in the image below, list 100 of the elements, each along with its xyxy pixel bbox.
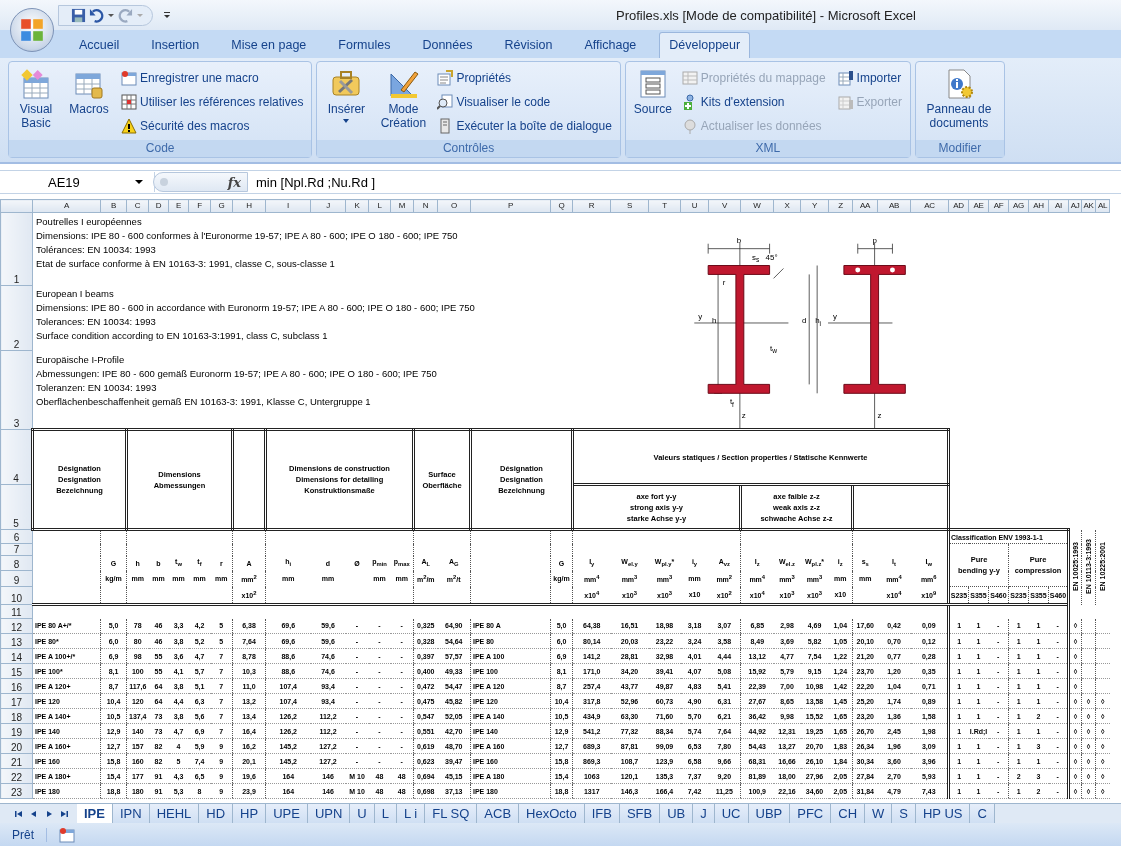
sheet-tab[interactable]: W [865,804,893,823]
cell-text: Etat de surface conforme à EN 10163-3: 1991, classe C, sous-classe 1 [36,257,336,271]
record-table-icon [121,70,137,86]
column-header[interactable]: F [188,199,211,213]
column-header[interactable]: K [345,199,369,213]
sheet-tab[interactable]: CH [831,804,866,823]
column-header[interactable]: N [413,199,438,213]
office-button[interactable] [10,8,54,52]
sheet-tab[interactable]: U [350,804,375,823]
ribbon-button[interactable]: Sécurité des macros [119,114,306,138]
ribbon-button[interactable]: Kits d'extension [679,90,828,114]
column-header[interactable]: V [708,199,741,213]
caret-icon[interactable] [135,179,143,185]
column-header[interactable]: O [437,199,471,213]
column-header[interactable]: S [610,199,649,213]
ribbon-tab[interactable]: Affichage [575,33,646,58]
customize-caret-icon[interactable] [163,11,171,19]
column-header[interactable]: X [773,199,801,213]
ribbon-tab[interactable]: Développeur [659,32,751,58]
row-header[interactable]: 5 [0,484,33,530]
record-table-icon[interactable] [59,826,75,843]
column-header[interactable]: I [265,199,311,213]
ribbon-tab[interactable]: Données [413,33,482,58]
column-header[interactable]: C [126,199,149,213]
ribbon-tab[interactable]: Révision [495,33,562,58]
ribbon-button[interactable]: Propriétés [435,66,614,90]
ribbon-tab[interactable]: Formules [329,33,400,58]
table-arrow-icon [837,70,854,86]
column-header[interactable]: Y [800,199,829,213]
ribbon-button[interactable]: Mode Création [375,66,432,132]
column-header[interactable]: Q [550,199,573,213]
column-header[interactable]: L [368,199,391,213]
caret-icon[interactable] [107,11,115,19]
column-header[interactable]: W [740,199,774,213]
next-sheet-icon[interactable] [44,808,54,819]
sheet-tab[interactable]: IPE [77,804,113,823]
sheet-tab[interactable]: SFB [619,804,661,823]
ribbon-button[interactable]: Panneau de documents [919,66,998,132]
column-header[interactable]: M [390,199,414,213]
sheet-tab[interactable]: UPN [307,804,351,823]
row-header[interactable]: 2 [0,285,33,351]
sheet-tab[interactable]: C [970,804,995,823]
sheet-tab[interactable]: J [693,804,715,823]
previous-sheet-icon[interactable] [29,808,39,819]
row-header[interactable]: 1 [0,212,33,286]
insert-function-button[interactable]: fx [227,174,241,190]
ribbon-button[interactable]: Visualiser le code [435,90,614,114]
sheet-tab[interactable]: S [892,804,916,823]
column-header[interactable]: U [680,199,709,213]
handle-icon[interactable] [160,178,168,186]
ribbon-button[interactable]: Macros [63,66,115,118]
column-header[interactable]: A [32,199,101,213]
sheet-tab[interactable]: HP US [916,804,971,823]
column-header[interactable]: T [648,199,681,213]
save-icon[interactable] [71,7,86,23]
sheet-tab[interactable]: UBP [748,804,791,823]
sheet-tab[interactable]: PFC [790,804,832,823]
last-sheet-icon[interactable] [59,808,69,819]
ribbon-button[interactable]: Enregistrer une macro [119,66,306,90]
cell-text: European I beams [36,287,115,302]
sheet-tab[interactable]: HD [199,804,234,823]
ribbon-button[interactable]: Utiliser les références relatives [119,90,306,114]
column-header[interactable]: J [310,199,346,213]
properties-icon [437,70,454,86]
sheet-tab[interactable]: HexOcto [519,804,585,823]
sheet-tab[interactable]: UB [660,804,694,823]
column-header[interactable]: AC [910,199,949,213]
column-header[interactable]: AA [852,199,878,213]
sheet-tab[interactable]: IFB [584,804,620,823]
cell-text: Abmessungen: IPE 80 - 600 gemäß Euronorm 19-57; IPE A 80 - 600; IPE O 180 - 600; IPE 750 [36,366,438,381]
sheet-tab[interactable]: HP [233,804,267,823]
sheet-tab[interactable]: FL SQ [425,804,478,823]
ribbon-button[interactable]: Visual Basic [13,66,59,132]
column-header[interactable]: P [470,199,551,213]
sheet-tab[interactable]: IPN [112,804,150,823]
ribbon-button[interactable]: Insérer [321,66,372,126]
row-header[interactable]: 4 [0,429,33,485]
column-header[interactable]: Z [828,199,853,213]
ribbon-tab[interactable]: Insertion [142,33,209,58]
column-header[interactable]: H [232,199,266,213]
sheet-tab[interactable]: L [374,804,397,823]
sheet-tab[interactable]: L i [397,804,426,823]
column-header[interactable]: AB [877,199,911,213]
ribbon-button[interactable]: Exécuter la boîte de dialogue [435,114,614,138]
ribbon-button[interactable]: Importer [835,66,904,90]
sheet-tab[interactable]: UC [714,804,749,823]
sheet-tab[interactable]: ACB [477,804,520,823]
sheet-tab[interactable]: UPE [266,804,308,823]
column-header[interactable]: R [572,199,611,213]
sheet-tab[interactable]: HEHL [149,804,200,823]
grid-icon [121,94,137,110]
ribbon-tab[interactable]: Mise en page [222,33,316,58]
first-sheet-icon[interactable] [14,808,24,819]
row-header[interactable]: 3 [0,350,33,430]
formula-field[interactable]: min [Npl.Rd ;Nu.Rd ] [248,174,376,190]
column-header[interactable]: B [100,199,127,213]
column-header[interactable]: G [210,199,233,213]
ribbon-tab[interactable]: Accueil [70,33,129,58]
ribbon-button[interactable]: Source [629,66,676,118]
undo-icon[interactable] [89,7,104,23]
